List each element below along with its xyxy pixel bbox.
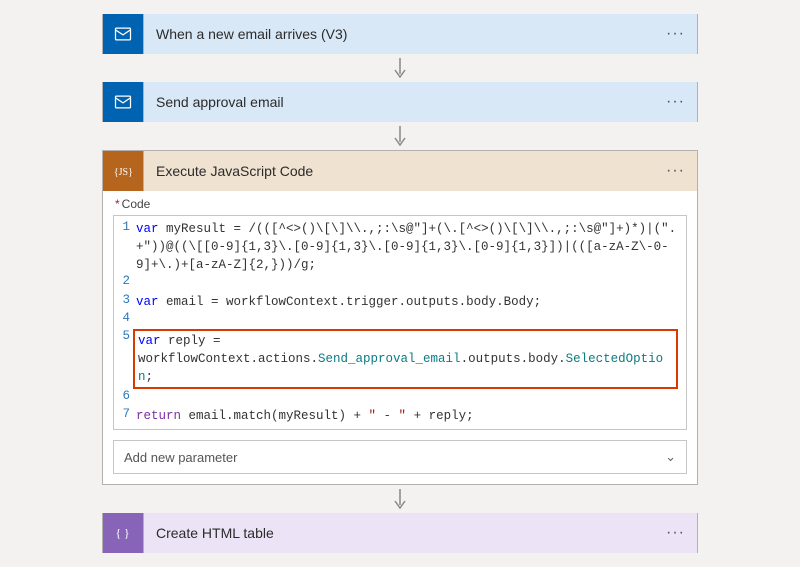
- chevron-down-icon: ⌄: [665, 449, 676, 465]
- step-more-button[interactable]: ···: [664, 524, 687, 542]
- add-parameter-label: Add new parameter: [124, 450, 237, 465]
- flow-designer-canvas: When a new email arrives (V3) ··· Send a…: [0, 14, 800, 553]
- step-title: When a new email arrives (V3): [156, 26, 664, 42]
- step-title: Create HTML table: [156, 525, 664, 541]
- svg-text:{ }: { }: [116, 528, 130, 541]
- svg-text:{JS}: {JS}: [114, 167, 133, 178]
- step-execute-js-card: {JS} Execute JavaScript Code ··· *Code 1…: [102, 150, 698, 485]
- add-parameter-dropdown[interactable]: Add new parameter ⌄: [113, 440, 687, 474]
- js-icon: {JS}: [103, 151, 143, 191]
- step-more-button[interactable]: ···: [664, 93, 687, 111]
- step-title: Send approval email: [156, 94, 664, 110]
- code-editor[interactable]: 1var myResult = /(([^<>()\[\]\\.,;:\s@"]…: [113, 215, 687, 430]
- flow-arrow: [391, 122, 409, 150]
- step-execute-js-header[interactable]: {JS} Execute JavaScript Code ···: [103, 151, 697, 191]
- step-email-trigger[interactable]: When a new email arrives (V3) ···: [102, 14, 698, 54]
- step-title: Execute JavaScript Code: [156, 163, 664, 179]
- step-send-approval[interactable]: Send approval email ···: [102, 82, 698, 122]
- step-more-button[interactable]: ···: [664, 162, 687, 180]
- highlighted-code-line: 5var reply =workflowContext.actions.Send…: [114, 329, 686, 389]
- code-field-label: *Code: [115, 197, 687, 211]
- flow-arrow: [391, 54, 409, 82]
- outlook-icon: [103, 14, 143, 54]
- step-create-html-table[interactable]: { } Create HTML table ···: [102, 513, 698, 553]
- braces-icon: { }: [103, 513, 143, 553]
- step-more-button[interactable]: ···: [664, 25, 687, 43]
- outlook-icon: [103, 82, 143, 122]
- flow-arrow: [391, 485, 409, 513]
